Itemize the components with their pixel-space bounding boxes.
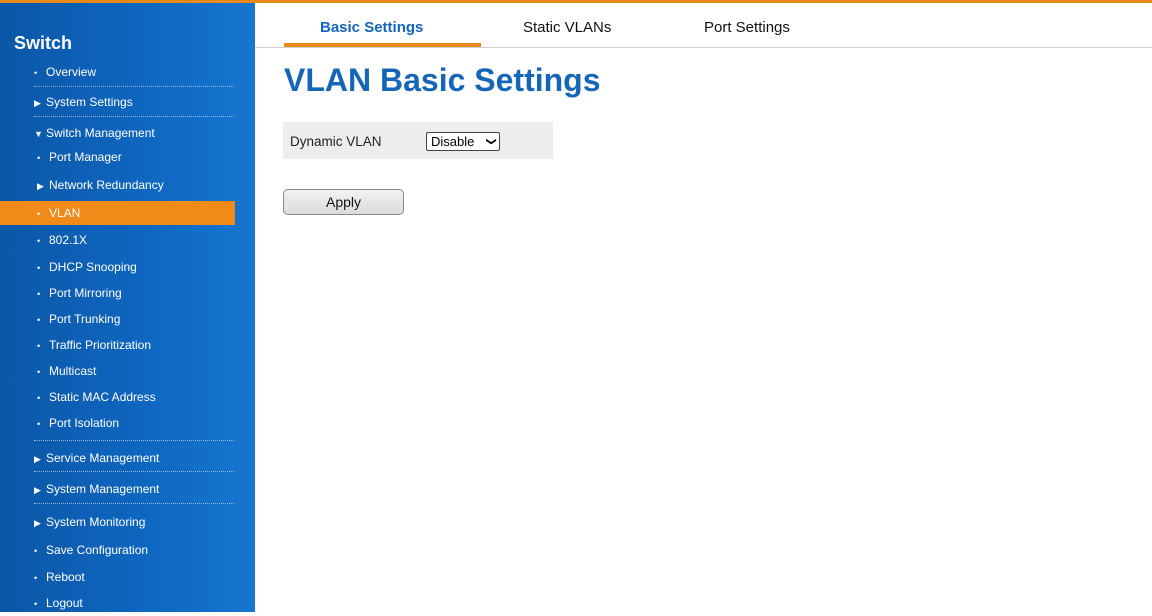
sidebar-item-label: System Management	[46, 482, 160, 496]
triangle-down-icon: ▼	[34, 129, 43, 139]
divider	[34, 116, 234, 117]
divider	[34, 471, 234, 472]
apply-button[interactable]: Apply	[283, 189, 404, 215]
bullet-icon: •	[37, 236, 41, 246]
bullet-icon: •	[37, 153, 41, 163]
chevron-down-icon: ❯	[485, 137, 497, 146]
bullet-icon: •	[37, 419, 41, 429]
divider	[34, 440, 234, 441]
dynamic-vlan-row: Dynamic VLAN Disable ❯	[283, 122, 553, 159]
dynamic-vlan-label: Dynamic VLAN	[290, 134, 382, 149]
sidebar-item-multicast[interactable]: • Multicast	[0, 359, 235, 383]
sidebar-item-label: Port Trunking	[49, 312, 121, 326]
sidebar-item-system-settings[interactable]: ▶ System Settings	[0, 90, 235, 114]
tab-static-vlans[interactable]: Static VLANs	[523, 19, 611, 36]
sidebar-item-label: Port Isolation	[49, 416, 120, 430]
bullet-icon: •	[37, 393, 41, 403]
tab-basic-settings[interactable]: Basic Settings	[320, 19, 423, 36]
sidebar-item-label: Service Management	[46, 451, 160, 465]
sidebar-item-label: Reboot	[46, 570, 85, 584]
sidebar-item-port-mirroring[interactable]: • Port Mirroring	[0, 281, 235, 305]
sidebar-item-system-monitoring[interactable]: ▶ System Monitoring	[0, 510, 235, 534]
triangle-right-icon: ▶	[34, 518, 41, 528]
bullet-icon: •	[37, 315, 41, 325]
sidebar-item-label: Save Configuration	[46, 543, 149, 557]
sidebar-item-label: 802.1X	[49, 233, 88, 247]
dynamic-vlan-select[interactable]: Disable ❯	[426, 132, 500, 151]
sidebar-item-port-isolation[interactable]: • Port Isolation	[0, 411, 235, 435]
sidebar-item-vlan[interactable]: • VLAN	[0, 201, 235, 225]
divider	[34, 503, 234, 504]
bullet-icon: •	[34, 599, 38, 609]
sidebar-nav: Switch • Overview ▶ System Settings ▼ Switc…	[0, 3, 255, 612]
sidebar-item-service-management[interactable]: ▶ Service Management	[0, 446, 235, 470]
page-title: VLAN Basic Settings	[284, 62, 601, 98]
bullet-icon: •	[37, 341, 41, 351]
bullet-icon: •	[34, 546, 38, 556]
tab-port-settings[interactable]: Port Settings	[704, 19, 790, 36]
sidebar-item-dhcp-snooping[interactable]: • DHCP Snooping	[0, 255, 235, 279]
sidebar-item-system-management[interactable]: ▶ System Management	[0, 477, 235, 501]
sidebar-item-label: VLAN	[49, 206, 81, 220]
sidebar-item-switch-management[interactable]: ▼ Switch Management	[0, 121, 235, 145]
bullet-icon: •	[37, 263, 41, 273]
sidebar-item-reboot[interactable]: • Reboot	[0, 565, 235, 589]
divider	[34, 86, 234, 87]
bullet-icon: •	[34, 573, 38, 583]
sidebar-item-label: Static MAC Address	[49, 390, 156, 404]
sidebar-item-label: DHCP Snooping	[49, 260, 137, 274]
sidebar-item-network-redundancy[interactable]: ▶ Network Redundancy	[0, 173, 235, 197]
triangle-right-icon: ▶	[34, 485, 41, 495]
bullet-icon: •	[37, 289, 41, 299]
sidebar-item-label: Port Manager	[49, 150, 122, 164]
bullet-icon: •	[34, 68, 38, 78]
sidebar-item-traffic-prioritization[interactable]: • Traffic Prioritization	[0, 333, 235, 357]
sidebar-item-port-manager[interactable]: • Port Manager	[0, 145, 235, 169]
bullet-icon: •	[37, 367, 41, 377]
sidebar-item-label: System Monitoring	[46, 515, 146, 529]
sidebar-item-save-configuration[interactable]: • Save Configuration	[0, 538, 235, 562]
triangle-right-icon: ▶	[34, 98, 41, 108]
sidebar-item-static-mac-address[interactable]: • Static MAC Address	[0, 385, 235, 409]
triangle-right-icon: ▶	[37, 181, 44, 191]
sidebar-item-label: System Settings	[46, 95, 133, 109]
sidebar-item-logout[interactable]: • Logout	[0, 591, 235, 615]
sidebar-item-port-trunking[interactable]: • Port Trunking	[0, 307, 235, 331]
sidebar-item-802-1x[interactable]: • 802.1X	[0, 228, 235, 252]
triangle-right-icon: ▶	[34, 454, 41, 464]
sidebar-item-label: Traffic Prioritization	[49, 338, 152, 352]
sidebar-item-label: Multicast	[49, 364, 97, 378]
sidebar-item-label: Logout	[46, 596, 83, 610]
active-tab-indicator	[284, 43, 481, 47]
sidebar-item-label: Switch Management	[46, 126, 155, 140]
sidebar-item-overview[interactable]: • Overview	[0, 60, 235, 84]
sidebar-item-label: Network Redundancy	[49, 178, 164, 192]
bullet-icon: •	[37, 209, 41, 219]
dynamic-vlan-value: Disable	[431, 134, 475, 149]
sidebar-item-label: Overview	[46, 65, 97, 79]
sidebar-item-label: Port Mirroring	[49, 286, 122, 300]
sidebar-brand: Switch	[14, 33, 73, 53]
